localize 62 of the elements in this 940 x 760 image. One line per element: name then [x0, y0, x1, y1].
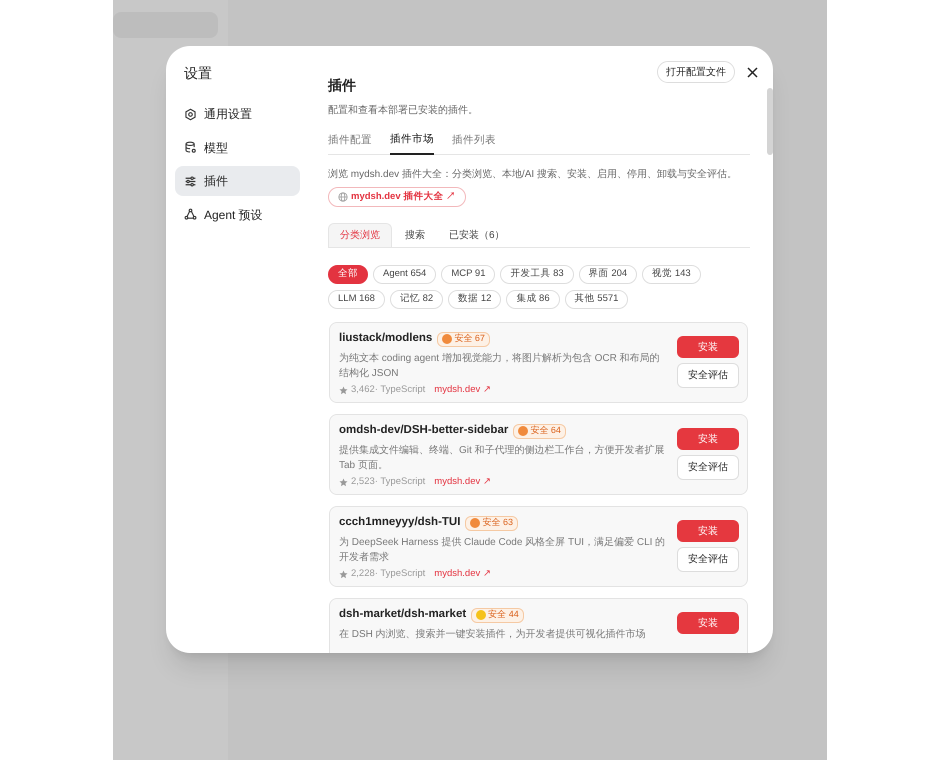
- plugin-link[interactable]: mydsh.dev ↗: [434, 474, 491, 490]
- install-button[interactable]: 安装: [677, 336, 739, 358]
- subtab[interactable]: 已安装（6）: [438, 223, 516, 247]
- site-link[interactable]: mydsh.dev 插件大全 ↗: [328, 187, 466, 207]
- safety-badge: 安全 67: [437, 332, 490, 346]
- star-icon: [339, 386, 348, 394]
- tab[interactable]: 插件配置: [328, 132, 372, 155]
- panel-subtitle: 配置和查看本部署已安装的插件。: [328, 104, 478, 118]
- category-chip[interactable]: 界面 204: [578, 265, 638, 284]
- security-review-button[interactable]: 安全评估: [677, 547, 739, 572]
- category-chip[interactable]: 全部: [328, 265, 368, 284]
- plugin-meta: 3,462· TypeScript: [351, 382, 426, 397]
- gear-icon: [184, 108, 197, 120]
- install-button[interactable]: 安装: [677, 520, 739, 542]
- plugin-description: 在 DSH 内浏览、搜索并一键安装插件，为开发者提供可视化插件市场: [339, 628, 647, 642]
- plugin-name: liustack/modlens: [339, 331, 432, 346]
- category-chip[interactable]: MCP 91: [441, 265, 496, 284]
- category-chip[interactable]: 视觉 143: [642, 265, 701, 284]
- plugin-name: ccch1mneyyy/dsh-TUI: [339, 515, 460, 530]
- security-review-button[interactable]: 安全评估: [677, 363, 739, 388]
- plugin-link[interactable]: mydsh.dev ↗: [434, 382, 491, 398]
- plugin-description: 为 DeepSeek Harness 提供 Claude Code 风格全屏 TUI，满足偏爱 CLI 的开发者需求: [339, 536, 666, 565]
- plugin-meta: 2,523· TypeScript: [351, 474, 426, 489]
- plugin-name: omdsh-dev/DSH-better-sidebar: [339, 423, 508, 438]
- safety-badge: 安全 44: [471, 608, 524, 622]
- tab[interactable]: 插件列表: [452, 132, 496, 155]
- safety-badge: 安全 64: [513, 424, 566, 438]
- subtab[interactable]: 搜索: [394, 223, 436, 247]
- globe-icon: [338, 192, 348, 202]
- star-icon: [339, 478, 348, 486]
- market-description: 浏览 mydsh.dev 插件大全：分类浏览、本地/AI 搜索、安装、启用、停用、卸载与安全评估。: [328, 168, 737, 182]
- star-icon: [339, 570, 348, 578]
- category-chip[interactable]: 记忆 82: [390, 290, 444, 309]
- sidebar-item[interactable]: 插件: [175, 166, 300, 196]
- database-icon: [184, 141, 197, 154]
- plugin-meta: 2,228· TypeScript: [351, 566, 426, 581]
- plugin-description: 为纯文本 coding agent 增加视觉能力，将图片解析为包含 OCR 和布局的结构化 JSON: [339, 352, 661, 381]
- tab[interactable]: 插件市场: [390, 132, 434, 155]
- panel-title: 插件: [328, 76, 356, 95]
- sidebar-item[interactable]: 模型: [175, 132, 300, 162]
- sliders-icon: [184, 174, 197, 188]
- plugin-description: 提供集成文件编辑、终端、Git 和子代理的侧边栏工作台，方便开发者扩展 Tab 页面。: [339, 444, 666, 473]
- plugin-name: dsh-market/dsh-market: [339, 607, 466, 622]
- category-chip[interactable]: 集成 86: [506, 290, 560, 309]
- category-chip[interactable]: 其他 5571: [564, 290, 628, 309]
- nodes-icon: [184, 208, 197, 221]
- safety-badge: 安全 63: [465, 516, 518, 530]
- close-button[interactable]: [745, 65, 759, 79]
- security-review-button[interactable]: 安全评估: [677, 455, 739, 480]
- install-button[interactable]: 安装: [677, 428, 739, 450]
- category-chip[interactable]: Agent 654: [373, 265, 436, 284]
- install-button[interactable]: 安装: [677, 612, 739, 634]
- scrollbar-thumb[interactable]: [767, 88, 773, 155]
- sidebar-item[interactable]: Agent 预设: [175, 200, 300, 230]
- subtab[interactable]: 分类浏览: [328, 223, 392, 247]
- category-chip[interactable]: LLM 168: [328, 290, 385, 309]
- sidebar-title: 设置: [183, 64, 212, 83]
- open-config-button[interactable]: 打开配置文件: [657, 61, 735, 83]
- category-chip[interactable]: 开发工具 83: [500, 265, 574, 284]
- sidebar-item[interactable]: 通用设置: [175, 99, 300, 129]
- category-chip[interactable]: 数据 12: [448, 290, 502, 309]
- plugin-link[interactable]: mydsh.dev ↗: [434, 566, 491, 582]
